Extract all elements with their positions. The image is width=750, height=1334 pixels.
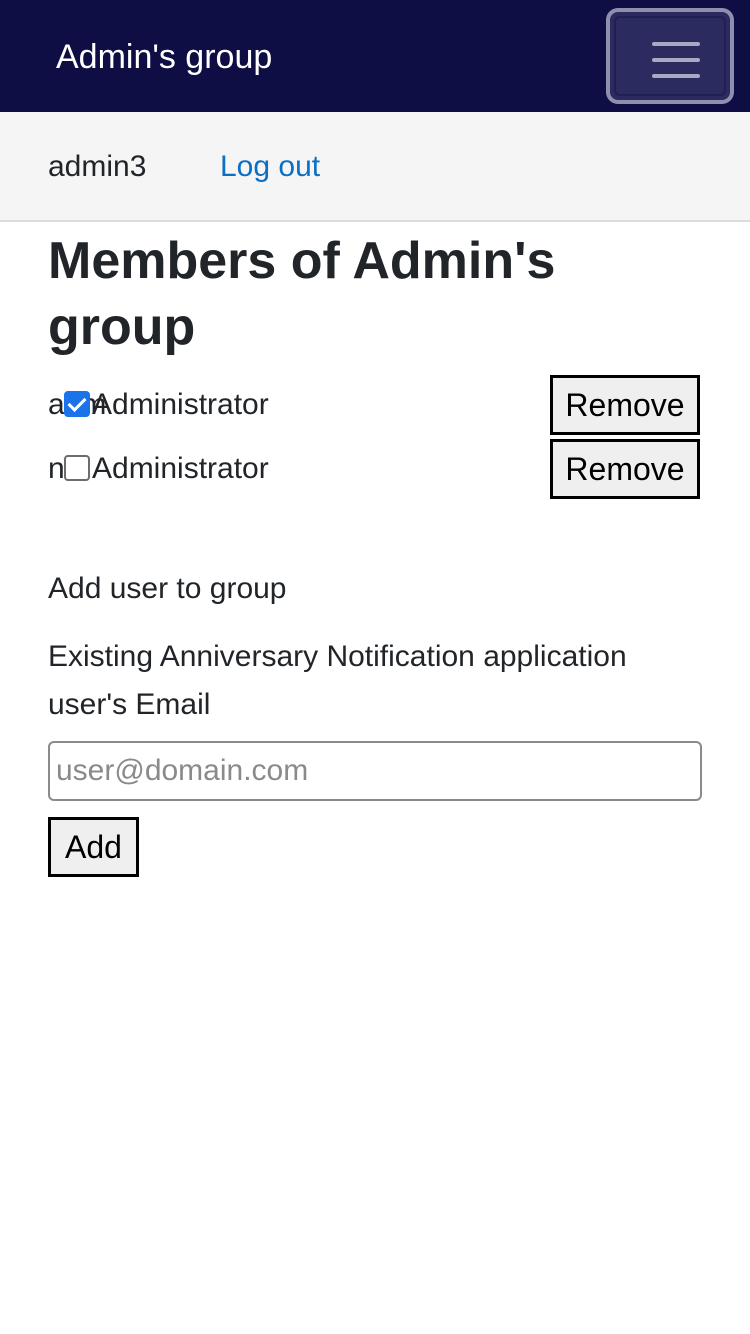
member-row: admin3 Administrator Remove xyxy=(0,375,750,435)
user-bar: admin3 Log out xyxy=(0,112,750,222)
navbar-toggler-button[interactable] xyxy=(606,8,734,104)
remove-member-button[interactable]: Remove xyxy=(550,375,700,435)
hamburger-menu-icon xyxy=(614,16,726,96)
remove-member-button[interactable]: Remove xyxy=(550,439,700,499)
email-field[interactable] xyxy=(48,741,702,801)
hamburger-bar xyxy=(652,58,700,62)
hamburger-bar xyxy=(652,42,700,46)
current-username: admin3 xyxy=(48,150,147,183)
page-title: Members of Admin's group xyxy=(48,232,556,356)
member-role-label: Administrator xyxy=(92,452,269,485)
logout-link[interactable]: Log out xyxy=(220,148,320,186)
member-row: n Administrator Remove xyxy=(0,439,750,499)
navbar: Admin's group xyxy=(0,0,750,112)
add-user-heading: Add user to group xyxy=(48,572,287,605)
hamburger-bar xyxy=(652,74,700,78)
admin-checkbox[interactable] xyxy=(64,455,90,481)
email-field-label: Existing Anniversary Notification applic… xyxy=(48,640,627,721)
checkmark-icon xyxy=(67,392,87,413)
admin-checkbox[interactable] xyxy=(64,391,90,417)
add-user-button[interactable]: Add xyxy=(48,817,139,877)
navbar-brand[interactable]: Admin's group xyxy=(56,36,272,78)
member-role-label: Administrator xyxy=(92,388,269,421)
